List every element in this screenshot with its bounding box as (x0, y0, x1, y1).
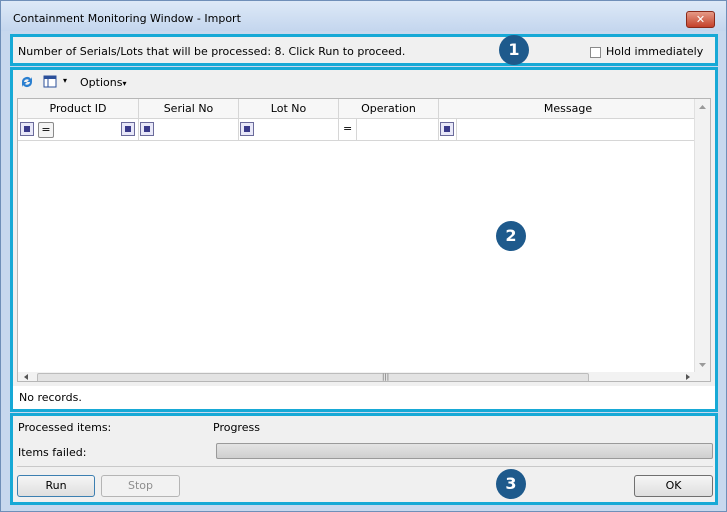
grip-icon: ||| (382, 373, 390, 381)
horizontal-scrollbar[interactable]: ||| (18, 372, 696, 381)
filter-divider (238, 119, 239, 140)
hold-immediately-checkbox[interactable] (590, 47, 601, 58)
progress-panel: Processed items: Progress Items failed: … (10, 413, 718, 505)
stop-button[interactable]: Stop (101, 475, 180, 497)
horizontal-scroll-thumb[interactable]: ||| (37, 373, 589, 381)
progress-label: Progress (213, 421, 260, 434)
filter-divider (356, 119, 357, 140)
close-button[interactable]: ✕ (686, 11, 715, 28)
scroll-left-icon[interactable] (24, 374, 28, 380)
filter-icon[interactable] (440, 122, 454, 136)
filter-icon[interactable] (240, 122, 254, 136)
options-menu[interactable]: Options▾ (80, 76, 126, 89)
items-failed-label: Items failed: (18, 446, 87, 459)
filter-row: = = (18, 119, 698, 141)
filter-operator-equals[interactable]: = (343, 122, 352, 135)
run-button[interactable]: Run (17, 475, 95, 497)
column-header-lot-no[interactable]: Lot No (239, 99, 339, 119)
column-chooser-dropdown-icon[interactable]: ▾ (63, 76, 67, 85)
grid-status-bar: No records. (13, 386, 715, 409)
records-panel: ▾ Options▾ Product ID Serial No Lot No O… (10, 67, 718, 412)
filter-divider (338, 119, 339, 140)
no-records-text: No records. (19, 391, 82, 404)
callout-badge-3: 3 (496, 469, 526, 499)
filter-icon[interactable] (140, 122, 154, 136)
summary-panel: Number of Serials/Lots that will be proc… (10, 34, 718, 66)
scroll-right-icon[interactable] (686, 374, 690, 380)
column-header-serial-no[interactable]: Serial No (139, 99, 239, 119)
column-header-product-id[interactable]: Product ID (18, 99, 139, 119)
ok-button[interactable]: OK (634, 475, 713, 497)
filter-icon[interactable] (20, 122, 34, 136)
filter-divider (138, 119, 139, 140)
column-chooser-icon[interactable] (42, 74, 58, 90)
hold-immediately-label: Hold immediately (606, 45, 704, 58)
scroll-down-icon[interactable] (699, 363, 706, 367)
summary-message: Number of Serials/Lots that will be proc… (18, 45, 406, 58)
processed-items-label: Processed items: (18, 421, 112, 434)
window: Containment Monitoring Window - Import ✕… (0, 0, 727, 512)
filter-divider (438, 119, 439, 140)
divider (17, 466, 713, 467)
scroll-arrows (699, 105, 706, 367)
column-header-message[interactable]: Message (439, 99, 698, 119)
records-grid: Product ID Serial No Lot No Operation Me… (17, 98, 711, 382)
close-icon: ✕ (695, 13, 706, 26)
vertical-scrollbar[interactable] (694, 99, 710, 381)
filter-operator-equals[interactable]: = (38, 122, 54, 138)
progress-bar (216, 443, 713, 459)
callout-badge-1: 1 (499, 35, 529, 65)
window-title: Containment Monitoring Window - Import (13, 12, 241, 25)
options-label: Options (80, 76, 123, 89)
refresh-icon[interactable] (19, 74, 35, 90)
filter-icon[interactable] (121, 122, 135, 136)
callout-badge-2: 2 (496, 221, 526, 251)
title-bar: Containment Monitoring Window - Import ✕ (1, 1, 726, 31)
filter-divider (456, 119, 457, 140)
options-chevron-down-icon: ▾ (122, 79, 127, 88)
column-header-operation[interactable]: Operation (339, 99, 439, 119)
scroll-up-icon[interactable] (699, 105, 706, 109)
